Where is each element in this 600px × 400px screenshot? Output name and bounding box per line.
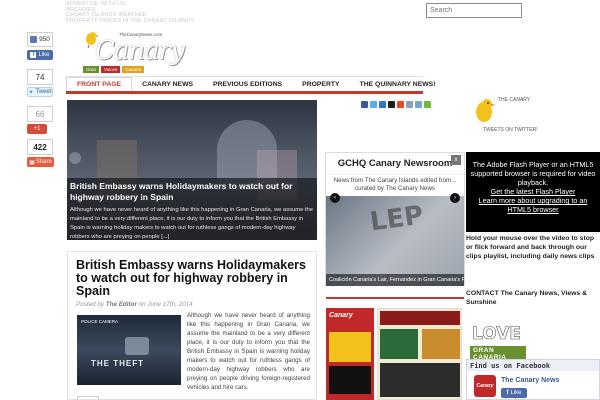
gplus-button[interactable]: +1 <box>27 124 47 134</box>
tweets-link[interactable]: TWEETS ON TWITTER! <box>483 127 538 133</box>
flash-message: The Adobe Flash Player or an HTML5 suppo… <box>470 160 596 187</box>
chevron-left-icon[interactable]: ‹ <box>330 193 340 203</box>
canary-ad[interactable]: Canary <box>326 308 374 400</box>
love-gran-canaria-banner[interactable]: LOVE GRAN CANARIA <box>466 324 526 362</box>
nav-property[interactable]: PROPERTY <box>292 77 349 91</box>
article-meta-prefix: Posted by <box>76 301 105 308</box>
top-links: ADVERTISE WITH US ARCHIVES CANARY ISLAND… <box>66 1 194 25</box>
property-ad-block <box>380 363 460 397</box>
share-icons-row <box>361 101 431 108</box>
html5-upgrade-link[interactable]: Learn more about upgrading to an HTML5 b… <box>469 196 597 214</box>
article-body: Although we have never heard of anything… <box>187 312 310 391</box>
logo-tag-canaria: Canaria <box>122 66 145 73</box>
twitter-bird-icon: ✦ <box>28 89 34 96</box>
main-nav: FRONT PAGE CANARY NEWS PREVIOUS EDITIONS… <box>66 76 435 94</box>
digg-share-icon[interactable] <box>388 101 395 108</box>
newsroom-image[interactable]: LEP Coalición Canaria's Lair, Fernandez … <box>326 196 464 286</box>
property-ad[interactable] <box>377 308 462 400</box>
featured-slider[interactable]: British Embassy warns Holidaymakers to w… <box>67 100 317 240</box>
logo-title: Canary <box>95 36 185 66</box>
nav-previous-editions[interactable]: PREVIOUS EDITIONS <box>203 77 292 91</box>
facebook-page-widget: Find us on Facebook Canary The Canary Ne… <box>466 359 600 400</box>
share-button[interactable]: ▣ Share <box>27 157 54 167</box>
social-share-column: 950 f Like 74 ✦ Tweet 66 +1 422 ▣ Share <box>27 32 55 167</box>
delicious-share-icon[interactable] <box>379 101 386 108</box>
facebook-page-name[interactable]: The Canary News <box>501 377 559 384</box>
facebook-widget-header: Find us on Facebook <box>467 360 599 371</box>
twitter-share-icon[interactable] <box>370 101 377 108</box>
contact-link[interactable]: CONTACT The Canary News, Views & Sunshin… <box>466 289 600 307</box>
canary-ad-block <box>329 366 371 394</box>
tweet-button[interactable]: ✦ Tweet <box>27 87 53 97</box>
rss-share-icon[interactable] <box>415 101 422 108</box>
love-text: LOVE <box>472 324 522 345</box>
nav-quinnary-news[interactable]: THE QUINNARY NEWS! <box>350 77 446 91</box>
canary-ad-title: Canary <box>329 312 353 319</box>
facebook-page-like-button[interactable]: f Like <box>501 388 527 398</box>
thumbs-up-icon <box>30 36 38 43</box>
email-share-icon[interactable] <box>406 101 413 108</box>
video-instructions: Hold your mouse over the video to stop o… <box>466 235 595 260</box>
chevron-right-icon[interactable]: › <box>450 193 460 203</box>
facebook-like-button[interactable]: f Like <box>27 50 53 60</box>
article-meta: Posted by The Editor on June 17th, 2014 <box>76 301 308 308</box>
article-title[interactable]: British Embassy warns Holidaymakers to w… <box>76 259 308 298</box>
video-player[interactable]: The Adobe Flash Player or an HTML5 suppo… <box>466 152 600 232</box>
logo-tag-gran: Gran <box>83 66 100 73</box>
nav-canary-news[interactable]: CANARY NEWS <box>132 77 203 91</box>
thumb-label: THE THEFT <box>91 359 144 368</box>
property-ad-block <box>380 311 460 325</box>
gplus-count: 66 <box>27 106 53 122</box>
slider-prev-button[interactable] <box>69 152 81 164</box>
newsroom-image-text: LEP <box>368 200 426 238</box>
add-share-icon[interactable] <box>424 101 431 108</box>
article-date: on June 17th, 2014 <box>138 301 193 308</box>
property-ad-block <box>422 329 460 359</box>
facebook-count: 950 <box>27 32 53 47</box>
twitter-count: 74 <box>27 69 53 85</box>
search-input[interactable] <box>426 3 522 18</box>
top-link-property-prices[interactable]: PROPERTY PRICES IN THE CANARY ISLANDS <box>66 18 194 25</box>
hero-title[interactable]: British Embassy warns Holidaymakers to w… <box>70 181 314 203</box>
hero-caption: British Embassy warns Holidaymakers to w… <box>67 178 317 240</box>
logo-tagline: Gran Voices Canaria <box>83 66 145 73</box>
hero-excerpt: Although we have never heard of anything… <box>70 207 313 240</box>
logo-tag-voices: Voices <box>101 66 121 73</box>
article-thumbnail[interactable]: POLICE CAMERA THE THEFT <box>77 315 181 385</box>
newsroom-caption: Coalición Canaria's Lair, Fernandez in G… <box>326 274 464 286</box>
section-divider <box>326 297 464 299</box>
facebook-page-logo[interactable]: Canary <box>474 375 496 397</box>
facebook-icon: f <box>30 52 37 58</box>
nav-front-page[interactable]: FRONT PAGE <box>66 77 133 91</box>
newsroom-title: GCHQ Canary Newsroom <box>326 153 464 175</box>
close-icon[interactable]: x <box>451 155 461 165</box>
site-logo[interactable]: TheCanaryNews.com Canary Gran Voices Can… <box>79 30 185 75</box>
article-author[interactable]: The Editor <box>106 301 137 308</box>
share-count: 422 <box>27 139 53 155</box>
ad-column: Canary <box>326 308 462 400</box>
newsroom-widget: GCHQ Canary Newsroom x News from The Can… <box>325 152 465 286</box>
newsroom-subtitle: News from The Canary Islands edited from… <box>333 177 457 192</box>
share-icon: ▣ <box>29 159 35 166</box>
article-card: British Embassy warns Holidaymakers to w… <box>67 251 317 400</box>
canary-ad-block <box>329 332 371 362</box>
article-more-tab[interactable] <box>77 396 99 400</box>
canary-label: THE CANARY <box>498 97 531 103</box>
facebook-icon: f <box>506 390 509 396</box>
thumb-car <box>125 337 149 355</box>
page: ADVERTISE WITH US ARCHIVES CANARY ISLAND… <box>0 0 600 400</box>
property-ad-block <box>380 329 418 359</box>
stumble-share-icon[interactable] <box>397 101 404 108</box>
thumb-logo: POLICE CAMERA <box>81 319 119 324</box>
facebook-share-icon[interactable] <box>361 101 368 108</box>
canary-bird-icon[interactable] <box>470 96 498 126</box>
flash-download-link[interactable]: Get the latest Flash Player <box>469 187 597 196</box>
